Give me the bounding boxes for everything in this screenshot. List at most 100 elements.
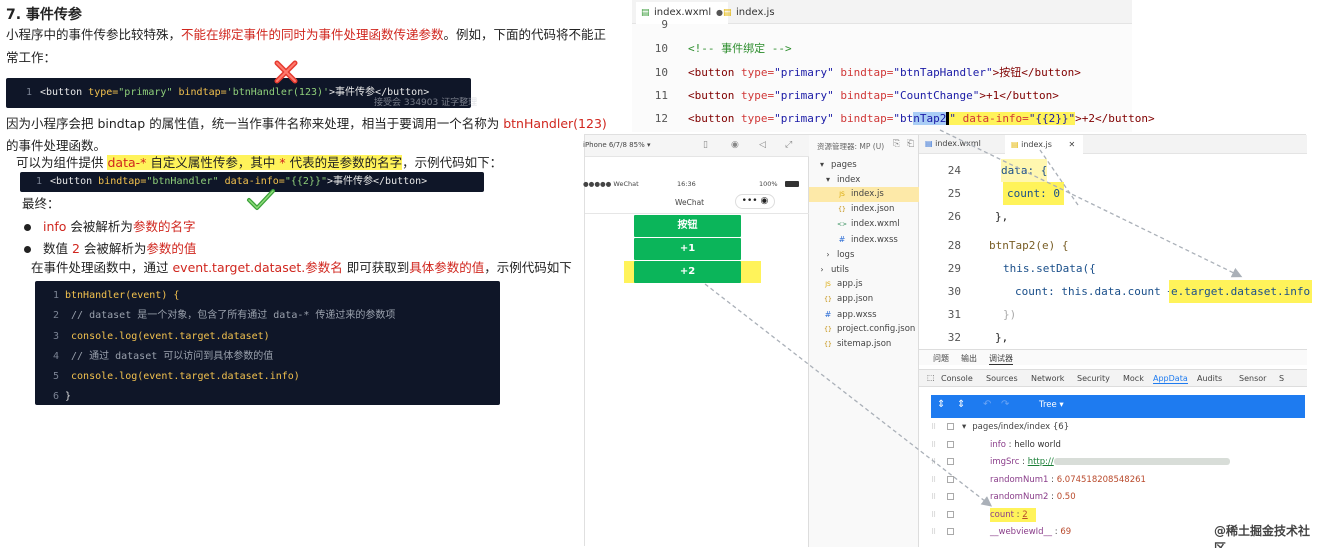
phone-icon[interactable]: ▯ <box>703 140 708 150</box>
tab-index-js[interactable]: ▤ index.js <box>718 2 796 24</box>
expand-all-icon[interactable]: ⇕ <box>937 399 945 410</box>
line-number: 26 <box>947 210 961 223</box>
close-icon[interactable]: ✕ <box>1068 140 1075 149</box>
new-file-icon[interactable]: ⎘ <box>893 139 900 149</box>
item-label: index.js <box>851 189 884 199</box>
editor-line: 10 <button type="primary" bindtap="btnTap… <box>632 61 1081 84</box>
item-label: app.wxss <box>837 310 877 320</box>
section-heading: 7. 事件传参 <box>6 7 82 23</box>
checkbox[interactable] <box>947 475 954 483</box>
tree-value[interactable]: 69 <box>1060 527 1071 537</box>
line-number: 24 <box>947 164 961 177</box>
intro-paragraph: 小程序中的事件传参比较特殊，不能在绑定事件的同时为事件处理函数传递参数。例如，下… <box>6 24 606 46</box>
tree-value[interactable]: 6.074518208548261 <box>1057 475 1146 485</box>
sim-button-plus2[interactable]: +2 <box>634 261 741 283</box>
line-number: 25 <box>947 187 961 200</box>
code-text: count: this.data.count + <box>1015 285 1174 298</box>
collapse-icon[interactable]: ⎗ <box>907 139 914 149</box>
appdata-toolbar: ⇕ ⇕ ↶ ↷ Tree ▾ <box>931 395 1305 418</box>
device-select[interactable]: iPhone 6/7/8 85% ▾ <box>583 141 650 149</box>
capsule-menu[interactable]: ••• ◉ <box>735 194 775 209</box>
checkbox[interactable] <box>947 528 954 535</box>
bullet-text: 会被解析为 <box>79 241 147 256</box>
sound-icon[interactable]: ◁ <box>759 140 766 150</box>
panel-tab-problems[interactable]: 问题 <box>933 353 949 364</box>
line-number: 31 <box>947 308 961 321</box>
chevron-down-icon: ▾ <box>825 175 830 184</box>
explorer-item-app-json[interactable]: {} app.json <box>809 292 919 307</box>
sim-button-primary[interactable]: 按钮 <box>634 215 741 237</box>
status-time: 16:36 <box>677 180 696 188</box>
intro-paragraph-cont: 常工作： <box>6 50 57 65</box>
explorer-item-utils[interactable]: › utils <box>809 262 919 277</box>
devtools-tab-sensor[interactable]: Sensor <box>1239 374 1266 383</box>
devtools-tab-security[interactable]: Security <box>1077 374 1110 383</box>
solution-text: 自定义属性传参，其中 <box>146 155 280 170</box>
tree-row[interactable]: ⠿ imgSrc : http:// <box>931 454 1305 472</box>
editor-tabbar: ▤ index.wxml ● ▤ index.js <box>632 0 1132 24</box>
checkbox[interactable] <box>947 423 954 430</box>
explorer-item-pages[interactable]: ▾ pages <box>809 157 919 172</box>
undo-icon[interactable]: ↶ <box>983 399 991 410</box>
solution-highlight: data-* 自定义属性传参，其中 * 代表的是参数的名字 <box>107 155 403 170</box>
more-icon[interactable]: ••• <box>742 196 758 206</box>
explorer-item-index-json[interactable]: {} index.json <box>809 202 919 217</box>
redo-icon[interactable]: ↷ <box>1001 399 1009 410</box>
tree-value[interactable]: 0.50 <box>1057 492 1076 502</box>
collapse-all-icon[interactable]: ⇕ <box>957 399 965 410</box>
explorer-item-index[interactable]: ▾ index <box>809 172 919 187</box>
drag-handle-icon: ⠿ <box>931 528 937 536</box>
item-label: index <box>837 175 861 185</box>
close-circle-icon[interactable]: ◉ <box>760 196 768 206</box>
item-label: index.json <box>851 204 895 214</box>
devtools-tab-network[interactable]: Network <box>1031 374 1064 383</box>
devtools-tab-console[interactable]: Console <box>941 374 973 383</box>
record-icon[interactable]: ◉ <box>731 140 739 150</box>
editor-line: 11 <button type="primary" bindtap="CountC… <box>632 84 1059 107</box>
inspect-icon[interactable]: ⬚ <box>927 373 935 382</box>
code-token: type= <box>88 87 119 98</box>
tab-index-wxml[interactable]: ▤ index.wxml <box>925 139 981 148</box>
explorer-item-project-config[interactable]: {} project.config.json <box>809 322 919 337</box>
view-mode-select[interactable]: Tree ▾ <box>1039 400 1064 410</box>
tree-value-link[interactable]: http:// <box>1028 457 1054 467</box>
devtools-tab-more[interactable]: S <box>1279 374 1284 383</box>
explorer-item-index-wxml[interactable]: <> index.wxml <box>809 217 919 232</box>
tree-root-row[interactable]: ⠿ ▾ pages/index/index {6} <box>931 419 1305 437</box>
code-token: "primary" <box>118 87 179 98</box>
panel-tab-debugger[interactable]: 调试器 <box>989 353 1013 365</box>
checkbox[interactable] <box>947 458 954 465</box>
sim-button-plus1[interactable]: +1 <box>634 238 741 260</box>
explorer-item-logs[interactable]: › logs <box>809 247 919 262</box>
panel-tab-output[interactable]: 输出 <box>961 353 977 364</box>
tree-value[interactable]: 2 <box>1022 510 1027 520</box>
devtools-tab-appdata[interactable]: AppData <box>1153 374 1188 384</box>
bullet-text: 数值 <box>43 241 72 256</box>
code-token: data-info= <box>224 176 285 187</box>
explorer-title: 资源管理器: MP (U) <box>817 142 885 151</box>
file-icon: ▤ <box>925 139 933 148</box>
wxss-file-icon: # <box>824 310 832 319</box>
expand-icon[interactable]: ⤢ <box>785 140 792 150</box>
code-text: } <box>65 391 72 403</box>
tree-row[interactable]: ⠿ info : hello world <box>931 437 1305 455</box>
checkbox[interactable] <box>947 440 954 448</box>
devtools-tab-mock[interactable]: Mock <box>1123 374 1144 383</box>
bullet-emphasis: info <box>43 219 67 234</box>
code-token: bindtap= <box>840 66 894 79</box>
devtools-tab-sources[interactable]: Sources <box>986 374 1018 383</box>
tab-index-js[interactable]: ▤ index.js ✕ <box>1005 135 1083 154</box>
file-icon: ▤ <box>1011 140 1019 149</box>
code-text: console.log(event.target.dataset) <box>65 330 270 342</box>
checkbox[interactable] <box>947 510 954 518</box>
tree-row[interactable]: ⠿ randomNum1 : 6.074518208548261 <box>931 472 1305 490</box>
devtools-tab-audits[interactable]: Audits <box>1197 374 1222 383</box>
explorer-item-index-wxss[interactable]: # index.wxss <box>809 232 919 247</box>
checkbox[interactable] <box>947 493 954 500</box>
explorer-item-sitemap[interactable]: {} sitemap.json <box>809 337 919 352</box>
explorer-item-app-js[interactable]: JS app.js <box>809 277 919 292</box>
explorer-item-index-js[interactable]: JS index.js <box>809 187 919 202</box>
explorer-item-app-wxss[interactable]: # app.wxss <box>809 307 919 322</box>
tree-value[interactable]: hello world <box>1014 440 1061 450</box>
tree-row[interactable]: ⠿ randomNum2 : 0.50 <box>931 489 1305 507</box>
